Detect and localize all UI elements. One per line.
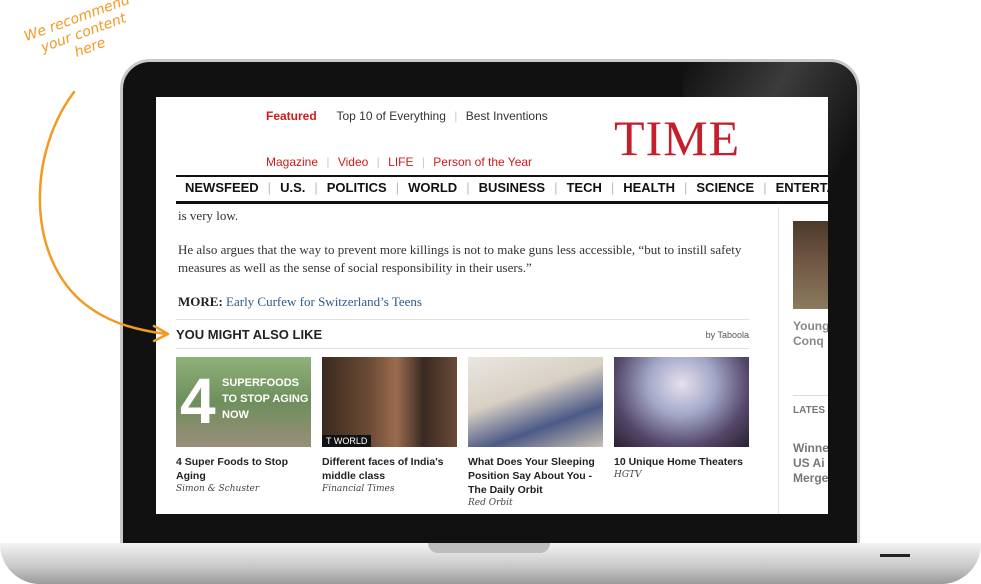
card-thumbnail[interactable] [614, 357, 749, 447]
recommendations-title: YOU MIGHT ALSO LIKE [176, 327, 323, 342]
separator [325, 109, 328, 123]
card-thumbnail[interactable]: T WORLD [322, 357, 457, 447]
sidebar-headline[interactable]: Winne US Ai Merge [793, 441, 828, 486]
site-logo[interactable]: TIME [614, 109, 740, 167]
thumb-caption: T WORLD [322, 435, 372, 447]
nav-politics[interactable]: POLITICS [318, 177, 396, 199]
card-source: Financial Times [322, 484, 395, 494]
card-title[interactable]: 10 Unique Home Theaters [614, 455, 749, 469]
sidebar-headline-line: Conq [793, 334, 824, 348]
card-title[interactable]: Different faces of India's middle class [322, 455, 457, 483]
nav-health[interactable]: HEALTH [614, 177, 684, 199]
card-source: Simon & Schuster [176, 484, 260, 494]
more-line: MORE: Early Curfew for Switzerland’s Tee… [178, 293, 422, 311]
sidebar: Young Conq LATES Winne US Ai Merge [778, 207, 828, 514]
separator: | [376, 155, 380, 169]
article-paragraph: He also argues that the way to prevent m… [178, 242, 742, 275]
thumb-caption: SUPERFOODS TO STOP AGING NOW [222, 377, 309, 421]
taboola-credit[interactable]: by Taboola [706, 330, 749, 340]
card-source: HGTV [614, 470, 642, 480]
link-best-inventions[interactable]: Best Inventions [466, 109, 548, 123]
more-link[interactable]: Early Curfew for Switzerland’s Teens [226, 294, 422, 309]
nav-entertainment[interactable]: ENTERTA [767, 177, 828, 199]
sidebar-headline-line: Merge [793, 471, 828, 485]
top-links-primary: Featured Top 10 of Everything | Best Inv… [266, 109, 548, 123]
thumb-big-number: 4 [180, 365, 216, 437]
separator: | [326, 155, 330, 169]
sidebar-headline[interactable]: Young Conq [793, 319, 828, 349]
nav-world[interactable]: WORLD [399, 177, 466, 199]
recommendations-header: YOU MIGHT ALSO LIKE by Taboola [176, 319, 749, 349]
divider [793, 395, 828, 396]
recommendation-card[interactable]: 4 SUPERFOODS TO STOP AGING NOW 4 Super F… [176, 357, 311, 494]
top-links-secondary: Magazine | Video | LIFE | Person of the … [266, 155, 532, 169]
nav-tech[interactable]: TECH [557, 177, 610, 199]
nav-science[interactable]: SCIENCE [687, 177, 763, 199]
card-thumbnail[interactable]: 4 SUPERFOODS TO STOP AGING NOW [176, 357, 311, 447]
link-video[interactable]: Video [338, 155, 368, 169]
sidebar-headline-line: Winne [793, 441, 828, 455]
article-paragraph: is very low. [178, 208, 239, 223]
recommendation-card[interactable]: 10 Unique Home Theaters HGTV [614, 357, 749, 480]
laptop-led [880, 554, 910, 557]
browser-screen: Featured Top 10 of Everything | Best Inv… [156, 97, 828, 514]
sidebar-thumbnail[interactable] [793, 221, 828, 309]
laptop-notch [428, 543, 550, 553]
recommendation-card[interactable]: What Does Your Sleeping Position Say Abo… [468, 357, 603, 508]
link-magazine[interactable]: Magazine [266, 155, 318, 169]
sidebar-headline-line: US Ai [793, 456, 825, 470]
link-person-of-the-year[interactable]: Person of the Year [433, 155, 532, 169]
more-label: MORE: [178, 294, 223, 309]
nav-us[interactable]: U.S. [271, 177, 314, 199]
main-nav: NEWSFEED | U.S. | POLITICS | WORLD | BUSINESS | TE… [176, 175, 828, 204]
separator: | [421, 155, 425, 169]
card-title[interactable]: 4 Super Foods to Stop Aging [176, 455, 311, 483]
card-title[interactable]: What Does Your Sleeping Position Say Abo… [468, 455, 603, 497]
card-thumbnail[interactable] [468, 357, 603, 447]
link-featured[interactable]: Featured [266, 109, 317, 123]
nav-newsfeed[interactable]: NEWSFEED [176, 177, 268, 199]
sidebar-section-label: LATES [793, 405, 826, 416]
link-top10[interactable]: Top 10 of Everything [337, 109, 446, 123]
annotation-text: We recommend your content here [22, 0, 143, 75]
sidebar-headline-line: Young [793, 319, 828, 333]
recommendation-card[interactable]: T WORLD Different faces of India's middl… [322, 357, 457, 494]
link-life[interactable]: LIFE [388, 155, 413, 169]
nav-business[interactable]: BUSINESS [470, 177, 554, 199]
card-source: Red Orbit [468, 498, 513, 508]
separator: | [454, 109, 458, 123]
